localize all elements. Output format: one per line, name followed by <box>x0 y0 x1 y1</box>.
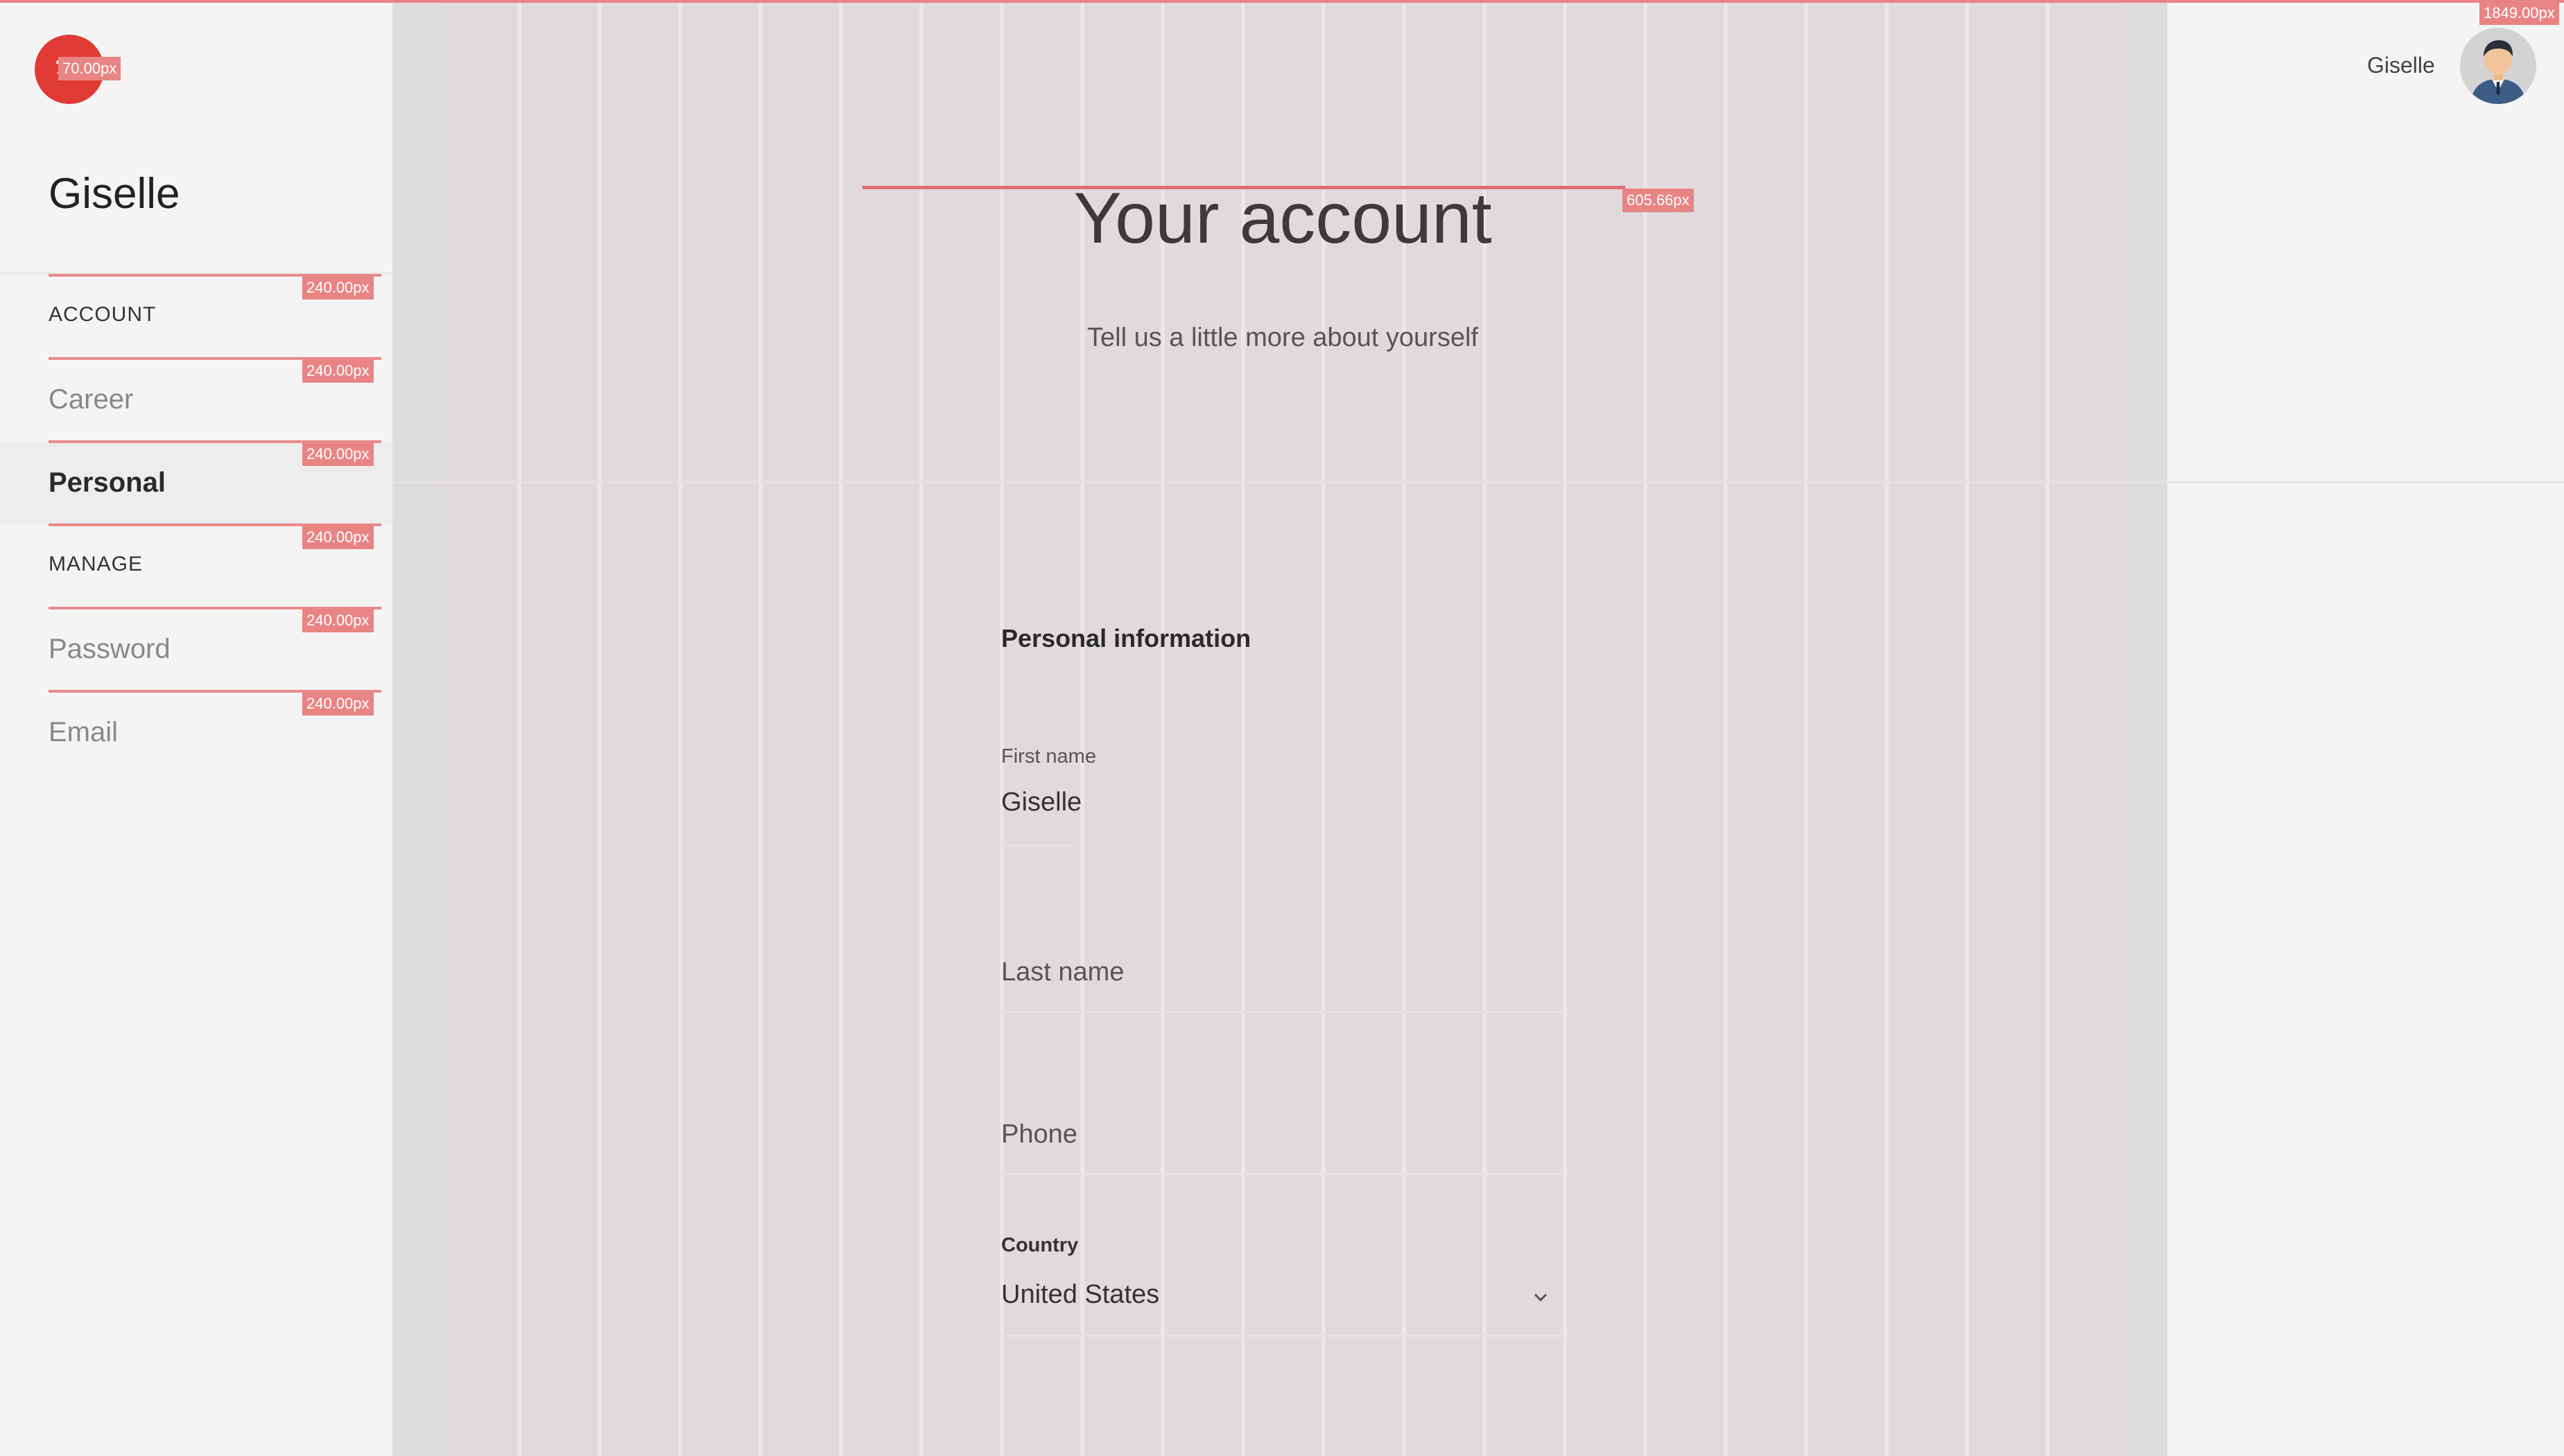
guide-measure-tag: 240.00px <box>302 609 374 632</box>
logo-measure-tag: 70.00px <box>58 57 121 80</box>
grid-gutter <box>1965 0 1969 1456</box>
sidebar-item-label: Password <box>49 633 171 664</box>
guide-measure-tag: 240.00px <box>302 442 374 466</box>
grid-gutter <box>598 0 602 1456</box>
last-name-field[interactable]: Last name <box>1001 957 1124 987</box>
guide-measure-tag: 240.00px <box>302 692 374 716</box>
country-select[interactable]: United States <box>1001 1280 1159 1310</box>
grid-gutter <box>517 0 521 1456</box>
sidebar: ℬ 70.00px Giselle ACCOUNT Career Persona… <box>0 0 392 1456</box>
first-name-underline <box>1001 844 1075 847</box>
hero-divider <box>392 481 2564 483</box>
guide-measure-tag: 240.00px <box>302 276 374 300</box>
first-name-field[interactable]: Giselle <box>1001 788 1082 817</box>
grid-gutter <box>1885 0 1889 1456</box>
right-blank-area <box>2167 0 2564 1456</box>
last-name-underline <box>1001 1011 1563 1013</box>
country-underline <box>1001 1335 1563 1337</box>
grid-margin-left <box>392 0 441 1456</box>
page: ℬ 70.00px Giselle ACCOUNT Career Persona… <box>0 0 2564 1456</box>
sidebar-item-label: Career <box>49 383 134 415</box>
page-subtitle: Tell us a little more about yourself <box>1087 323 1478 352</box>
sidebar-user-name: Giselle <box>49 170 180 218</box>
guide-measure-tag: 240.00px <box>302 526 374 549</box>
header-user-name[interactable]: Giselle <box>2367 53 2435 78</box>
first-name-label: First name <box>1001 745 1096 768</box>
page-width-guide <box>0 0 2564 3</box>
page-width-tag: 1849.00px <box>2479 1 2559 25</box>
grid-gutter <box>2045 0 2050 1456</box>
user-avatar-icon[interactable] <box>2460 28 2536 104</box>
phone-underline <box>1001 1173 1563 1175</box>
sidebar-item-label: MANAGE <box>49 553 144 575</box>
sidebar-item-label: Personal <box>49 467 166 498</box>
phone-field[interactable]: Phone <box>1001 1120 1077 1150</box>
grid-margin-right <box>2119 0 2167 1456</box>
country-label: Country <box>1001 1234 1079 1256</box>
guide-measure-tag: 240.00px <box>302 359 374 383</box>
chevron-down-icon[interactable] <box>1529 1287 1552 1308</box>
page-title: Your account <box>1073 178 1492 259</box>
form-section-title: Personal information <box>1001 624 1251 652</box>
sidebar-item-label: ACCOUNT <box>49 303 157 326</box>
sidebar-item-label: Email <box>49 716 119 747</box>
grid-gutter <box>678 0 682 1456</box>
